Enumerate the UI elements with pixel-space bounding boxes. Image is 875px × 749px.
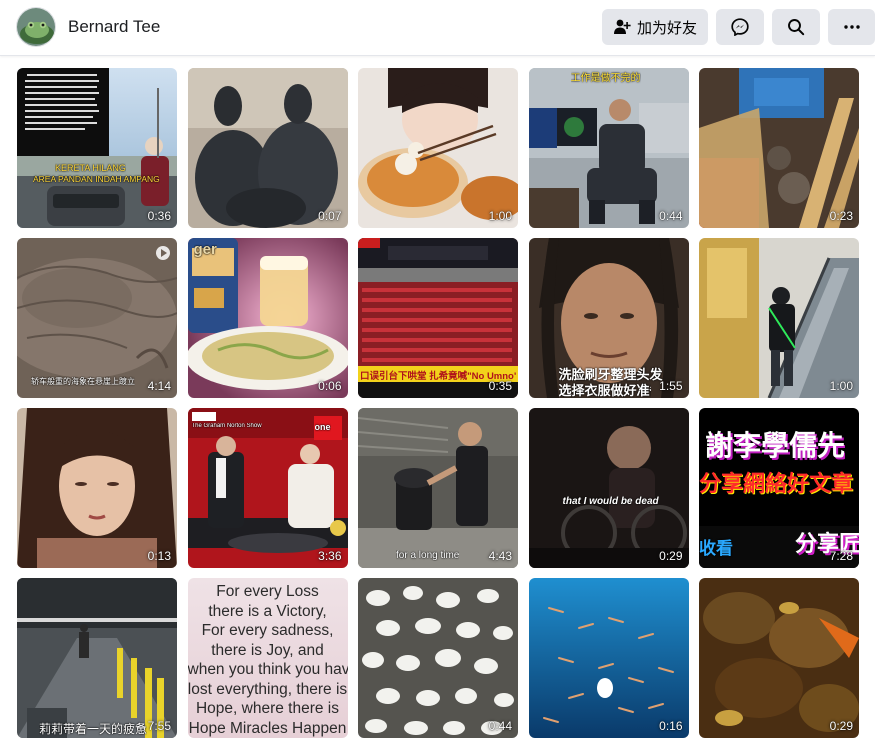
messenger-icon bbox=[731, 18, 749, 36]
video-duration: 0:44 bbox=[488, 719, 512, 733]
video-caption: KERETA HILANG bbox=[55, 163, 126, 173]
thumbnail-image bbox=[528, 408, 689, 568]
quote-line: For every Loss bbox=[216, 583, 319, 600]
video-thumbnail[interactable]: 0:29 bbox=[699, 578, 859, 738]
video-duration: 0:44 bbox=[659, 209, 683, 223]
video-thumbnail[interactable]: 轿车般重的海象在悬崖上踱立 4:14 bbox=[17, 238, 177, 398]
thumbnail-image bbox=[187, 238, 348, 398]
video-caption: that I would be dead bbox=[562, 496, 659, 507]
video-thumbnail[interactable]: For every Loss there is a Victory, For e… bbox=[187, 578, 348, 738]
quote-line: Hope, where there is bbox=[195, 700, 340, 717]
message-button[interactable] bbox=[716, 9, 764, 45]
thumbnail-image bbox=[699, 238, 859, 398]
video-duration: 4:14 bbox=[147, 379, 171, 393]
video-duration: 0:06 bbox=[318, 379, 342, 393]
thumbnail-image bbox=[17, 238, 177, 398]
video-thumbnail[interactable]: 0:23 bbox=[699, 68, 859, 228]
video-duration: 0:16 bbox=[659, 719, 683, 733]
video-thumbnail[interactable]: 0:16 bbox=[528, 578, 689, 738]
video-thumbnail[interactable]: 1:00 bbox=[699, 238, 859, 398]
quote-text: For every Loss there is a Victory, For e… bbox=[188, 582, 348, 738]
video-duration: 0:29 bbox=[829, 719, 853, 733]
video-thumbnail[interactable]: 洗脸刷牙整理头发 选择衣服做好准备 1:55 bbox=[528, 238, 689, 398]
quote-line: there is a Victory, bbox=[208, 602, 327, 620]
video-caption: 收看 bbox=[699, 539, 733, 558]
more-icon bbox=[843, 25, 860, 29]
video-duration: 1:00 bbox=[829, 379, 853, 393]
video-thumbnail[interactable]: for a long time 4:43 bbox=[358, 408, 518, 568]
video-thumbnail[interactable]: 謝李學儒先 分享網絡好文章 收看 分享匠 7:28 bbox=[699, 408, 859, 568]
thumbnail-image bbox=[358, 408, 518, 568]
video-thumbnail[interactable]: 1:00 bbox=[358, 68, 518, 228]
thumbnail-image bbox=[187, 68, 348, 228]
video-caption: AREA PANDAN INDAH AMPANG bbox=[33, 174, 160, 184]
video-duration: 4:43 bbox=[488, 549, 512, 563]
thumbnail-image bbox=[358, 578, 518, 738]
quote-line: when you think you have bbox=[187, 661, 348, 678]
video-duration: 7:55 bbox=[147, 719, 171, 733]
profile-avatar[interactable] bbox=[16, 7, 56, 47]
video-caption: for a long time bbox=[396, 550, 460, 561]
quote-line: Hope Miracles Happen bbox=[188, 719, 347, 737]
bbc-one-logo: one bbox=[314, 422, 331, 432]
video-duration: 0:23 bbox=[829, 209, 853, 223]
thumbnail-image bbox=[17, 578, 177, 738]
video-duration: 1:55 bbox=[659, 379, 683, 393]
video-duration: 0:07 bbox=[318, 209, 342, 223]
video-duration: 0:13 bbox=[147, 549, 171, 563]
video-thumbnail[interactable]: KERETA HILANG AREA PANDAN INDAH AMPANG 0… bbox=[17, 68, 177, 228]
video-duration: 0:35 bbox=[488, 379, 512, 393]
video-thumbnail[interactable]: 0:07 bbox=[187, 68, 348, 228]
video-thumbnail[interactable]: 工作是做不完的 0:44 bbox=[528, 68, 689, 228]
video-duration: 1:00 bbox=[488, 209, 512, 223]
thumbnail-image bbox=[699, 578, 859, 738]
video-thumbnail[interactable]: 口误引台下哄堂 扎希竟喊"No Umno" 0:35 bbox=[358, 238, 518, 398]
add-friend-icon bbox=[613, 18, 631, 36]
video-thumbnail[interactable]: 莉莉带着一天的疲惫 7:55 bbox=[17, 578, 177, 738]
quote-line: lost everything, there is bbox=[187, 680, 348, 698]
video-grid: KERETA HILANG AREA PANDAN INDAH AMPANG 0… bbox=[17, 68, 859, 738]
profile-header: Bernard Tee 加为好友 bbox=[0, 0, 875, 56]
thumbnail-image bbox=[699, 68, 859, 228]
video-thumbnail[interactable]: 0:44 bbox=[358, 578, 518, 738]
video-caption: 謝李學儒先 bbox=[705, 430, 846, 461]
profile-name[interactable]: Bernard Tee bbox=[68, 17, 160, 37]
video-caption: 工作是做不完的 bbox=[570, 73, 641, 84]
search-icon bbox=[787, 18, 805, 36]
thumbnail-image bbox=[528, 578, 689, 738]
video-caption: ger bbox=[193, 241, 217, 258]
video-thumbnail[interactable]: 0:13 bbox=[17, 408, 177, 568]
thumbnail-image bbox=[17, 68, 177, 228]
video-caption: 选择衣服做好准备 bbox=[558, 383, 651, 398]
video-duration: 0:36 bbox=[147, 209, 171, 223]
video-duration: 3:36 bbox=[318, 549, 342, 563]
thumbnail-image bbox=[187, 408, 348, 568]
video-duration: 0:29 bbox=[659, 549, 683, 563]
video-thumbnail[interactable]: ger 0:06 bbox=[187, 238, 348, 398]
add-friend-button[interactable]: 加为好友 bbox=[602, 9, 708, 45]
more-options-button[interactable] bbox=[828, 9, 875, 45]
video-duration: 7:28 bbox=[829, 549, 853, 563]
video-thumbnail[interactable]: that I would be dead 0:29 bbox=[528, 408, 689, 568]
quote-line: For every sadness, bbox=[201, 622, 334, 639]
search-button[interactable] bbox=[772, 9, 820, 45]
thumbnail-image bbox=[358, 68, 518, 228]
video-caption: The Graham Norton Show bbox=[191, 423, 262, 429]
quote-line: there is Joy, and bbox=[211, 641, 324, 659]
video-thumbnail[interactable]: The Graham Norton Show one 3:36 bbox=[187, 408, 348, 568]
video-caption: 轿车般重的海象在悬崖上踱立 bbox=[31, 377, 135, 386]
video-caption: 莉莉带着一天的疲惫 bbox=[39, 722, 148, 736]
thumbnail-image bbox=[528, 68, 689, 228]
thumbnail-image bbox=[17, 408, 177, 568]
add-friend-label: 加为好友 bbox=[636, 19, 697, 37]
video-caption: 分享網絡好文章 bbox=[699, 471, 854, 496]
